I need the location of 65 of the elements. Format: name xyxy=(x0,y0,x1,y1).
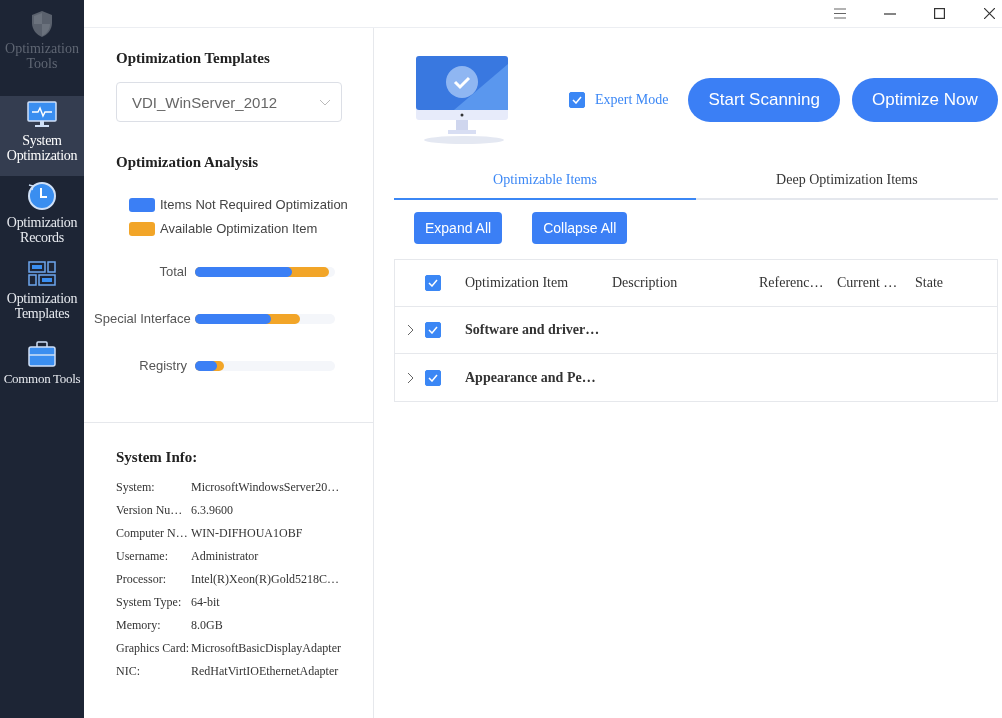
bar-label: Total xyxy=(158,264,187,279)
close-icon xyxy=(984,8,996,19)
column-header: Current … xyxy=(837,275,899,291)
menu-icon xyxy=(833,8,846,19)
expand-chevron-icon[interactable] xyxy=(406,371,414,384)
action-button[interactable]: Optimize Now xyxy=(852,78,998,122)
tree-button[interactable]: Collapse All xyxy=(532,212,628,244)
sidebar-item[interactable]: Optimization Records xyxy=(0,176,84,256)
checkmark-icon xyxy=(428,373,438,382)
sidebar-item[interactable]: System Optimization xyxy=(0,96,84,176)
checkmark-icon xyxy=(428,279,438,287)
table-cell-text: Appearance and Pe… xyxy=(465,369,597,386)
sidebar-item[interactable]: Optimization Templates xyxy=(0,256,84,336)
checkmark-icon xyxy=(572,96,582,104)
monitor-icon xyxy=(27,101,57,129)
info-value: Intel(R)Xeon(R)Gold5218C… xyxy=(191,571,340,588)
app-title: Optimization Tools xyxy=(4,41,80,71)
toolbox-icon xyxy=(28,341,56,367)
info-label: Version Nu… xyxy=(116,502,184,519)
tab[interactable]: Optimizable Items xyxy=(394,162,696,200)
column-header: Optimization Item xyxy=(465,275,570,291)
legend-label: Items Not Required Optimization xyxy=(160,197,348,212)
info-label: Username: xyxy=(116,548,169,565)
info-label: Memory: xyxy=(116,617,162,634)
section-title: System Info: xyxy=(116,449,199,466)
layout-grid-icon xyxy=(28,261,56,287)
column-header: Description xyxy=(612,275,679,291)
info-label: Graphics Card: xyxy=(116,640,190,657)
sidebar-item[interactable]: Common Tools xyxy=(0,336,84,416)
clock-icon xyxy=(27,181,57,211)
info-value: 6.3.9600 xyxy=(191,502,234,519)
shield-icon xyxy=(30,10,54,38)
column-header: State xyxy=(915,275,944,291)
expand-chevron-icon[interactable] xyxy=(406,324,414,336)
info-label: System Type: xyxy=(116,594,183,611)
action-button[interactable]: Start Scanning xyxy=(688,78,840,122)
select-all-checkbox[interactable] xyxy=(425,275,441,291)
column-header: Referenc… xyxy=(759,275,825,291)
section-title: Optimization Templates xyxy=(116,50,271,67)
info-label: System: xyxy=(116,479,156,496)
info-label: NIC: xyxy=(116,663,141,680)
section-title: Optimization Analysis xyxy=(116,154,260,171)
row-checkbox[interactable] xyxy=(425,369,441,386)
info-value: 64-bit xyxy=(191,594,221,611)
template-dropdown[interactable]: VDI_WinServer_2012 xyxy=(116,82,342,122)
minimize-icon xyxy=(883,12,896,15)
info-label: Computer N… xyxy=(116,525,189,542)
row-checkbox[interactable] xyxy=(425,322,441,338)
info-value: 8.0GB xyxy=(191,617,224,634)
info-value: RedHatVirtIOEthernetAdapter xyxy=(191,663,340,680)
chevron-down-icon xyxy=(319,98,331,106)
info-value: MicrosoftWindowsServer20… xyxy=(191,479,341,496)
info-value: MicrosoftBasicDisplayAdapter xyxy=(191,640,342,657)
tree-button[interactable]: Expand All xyxy=(414,212,503,244)
tab[interactable]: Deep Optimization Items xyxy=(695,162,998,200)
table-cell-text: Software and driver… xyxy=(465,322,601,338)
bar-label: Registry xyxy=(138,358,187,373)
info-label: Processor: xyxy=(116,571,167,588)
maximize-icon xyxy=(934,8,946,19)
info-value: Administrator xyxy=(191,548,260,565)
expert-mode-checkbox[interactable] xyxy=(569,92,585,108)
legend-label: Available Optimization Item xyxy=(160,221,318,236)
expert-mode-label: Expert Mode xyxy=(595,92,669,108)
info-value: WIN-DIFHOUA1OBF xyxy=(191,525,304,542)
checkmark-icon xyxy=(428,326,438,334)
